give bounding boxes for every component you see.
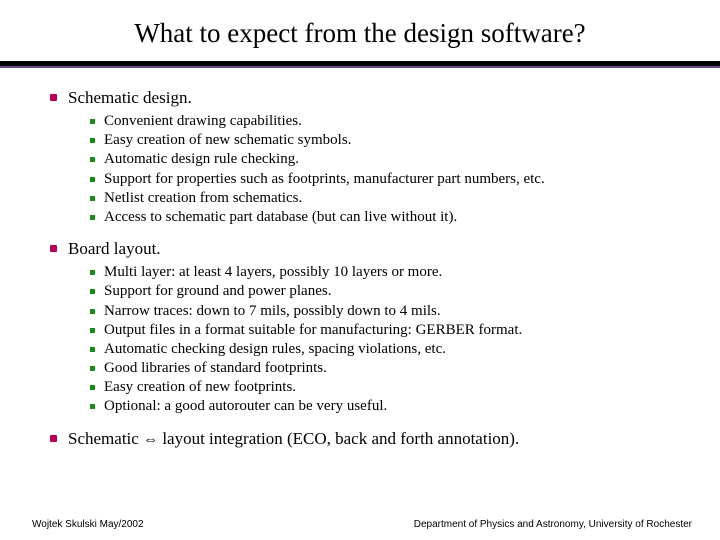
section-heading: Board layout.: [68, 239, 161, 258]
bullet-icon: [90, 289, 95, 294]
level1-list: Schematic design. Convenient drawing cap…: [50, 88, 692, 449]
bullet-icon: [90, 347, 95, 352]
heading-text: Schematic: [68, 429, 143, 448]
list-item: Automatic checking design rules, spacing…: [90, 340, 692, 359]
slide-footer: Wojtek Skulski May/2002 Department of Ph…: [0, 519, 720, 530]
list-item: Multi layer: at least 4 layers, possibly…: [90, 263, 692, 282]
item-text: Automatic design rule checking.: [104, 151, 299, 167]
item-text: Narrow traces: down to 7 mils, possibly …: [104, 303, 441, 319]
list-item: Optional: a good autorouter can be very …: [90, 397, 692, 416]
bullet-icon: [50, 435, 57, 442]
title-underline: [0, 61, 720, 66]
slide-title: What to expect from the design software?: [0, 0, 720, 61]
list-item: Convenient drawing capabilities.: [90, 112, 692, 131]
item-text: Good libraries of standard footprints.: [104, 360, 327, 376]
item-text: Access to schematic part database (but c…: [104, 209, 457, 225]
list-item: Easy creation of new footprints.: [90, 378, 692, 397]
list-item: Output files in a format suitable for ma…: [90, 321, 692, 340]
list-item: Narrow traces: down to 7 mils, possibly …: [90, 302, 692, 321]
bullet-icon: [90, 177, 95, 182]
list-item: Access to schematic part database (but c…: [90, 208, 692, 227]
footer-left: Wojtek Skulski May/2002: [32, 519, 144, 530]
section-schematic: Schematic design. Convenient drawing cap…: [50, 88, 692, 233]
list-item: Support for ground and power planes.: [90, 282, 692, 301]
item-text: Convenient drawing capabilities.: [104, 113, 302, 129]
item-text: Multi layer: at least 4 layers, possibly…: [104, 264, 442, 280]
list-item: Easy creation of new schematic symbols.: [90, 131, 692, 150]
bullet-icon: [90, 270, 95, 275]
bullet-icon: [90, 404, 95, 409]
list-item: Good libraries of standard footprints.: [90, 359, 692, 378]
section-integration: Schematic ⇔ layout integration (ECO, bac…: [50, 429, 692, 449]
item-text: Automatic checking design rules, spacing…: [104, 341, 446, 357]
section-heading: Schematic design.: [68, 88, 192, 107]
item-text: Netlist creation from schematics.: [104, 190, 302, 206]
item-text: Support for properties such as footprint…: [104, 171, 545, 187]
heading-text: layout integration (ECO, back and forth …: [158, 429, 519, 448]
bullet-icon: [90, 328, 95, 333]
item-text: Optional: a good autorouter can be very …: [104, 398, 387, 414]
bullet-icon: [90, 138, 95, 143]
list-item: Netlist creation from schematics.: [90, 189, 692, 208]
footer-right: Department of Physics and Astronomy, Uni…: [414, 519, 692, 530]
bullet-icon: [90, 119, 95, 124]
bullet-icon: [90, 309, 95, 314]
bullet-icon: [90, 157, 95, 162]
level2-list: Multi layer: at least 4 layers, possibly…: [68, 259, 692, 423]
level2-list: Convenient drawing capabilities. Easy cr…: [68, 108, 692, 233]
list-item: Automatic design rule checking.: [90, 150, 692, 169]
bullet-icon: [90, 215, 95, 220]
item-text: Output files in a format suitable for ma…: [104, 322, 522, 338]
list-item: Support for properties such as footprint…: [90, 170, 692, 189]
slide-content: Schematic design. Convenient drawing cap…: [0, 66, 720, 449]
section-heading: Schematic ⇔ layout integration (ECO, bac…: [68, 429, 519, 448]
bullet-icon: [50, 94, 57, 101]
section-board: Board layout. Multi layer: at least 4 la…: [50, 239, 692, 423]
bullet-icon: [90, 385, 95, 390]
bullet-icon: [90, 196, 95, 201]
item-text: Easy creation of new footprints.: [104, 379, 296, 395]
double-arrow-icon: ⇔: [143, 431, 158, 448]
item-text: Easy creation of new schematic symbols.: [104, 132, 351, 148]
item-text: Support for ground and power planes.: [104, 283, 331, 299]
bullet-icon: [90, 366, 95, 371]
bullet-icon: [50, 245, 57, 252]
